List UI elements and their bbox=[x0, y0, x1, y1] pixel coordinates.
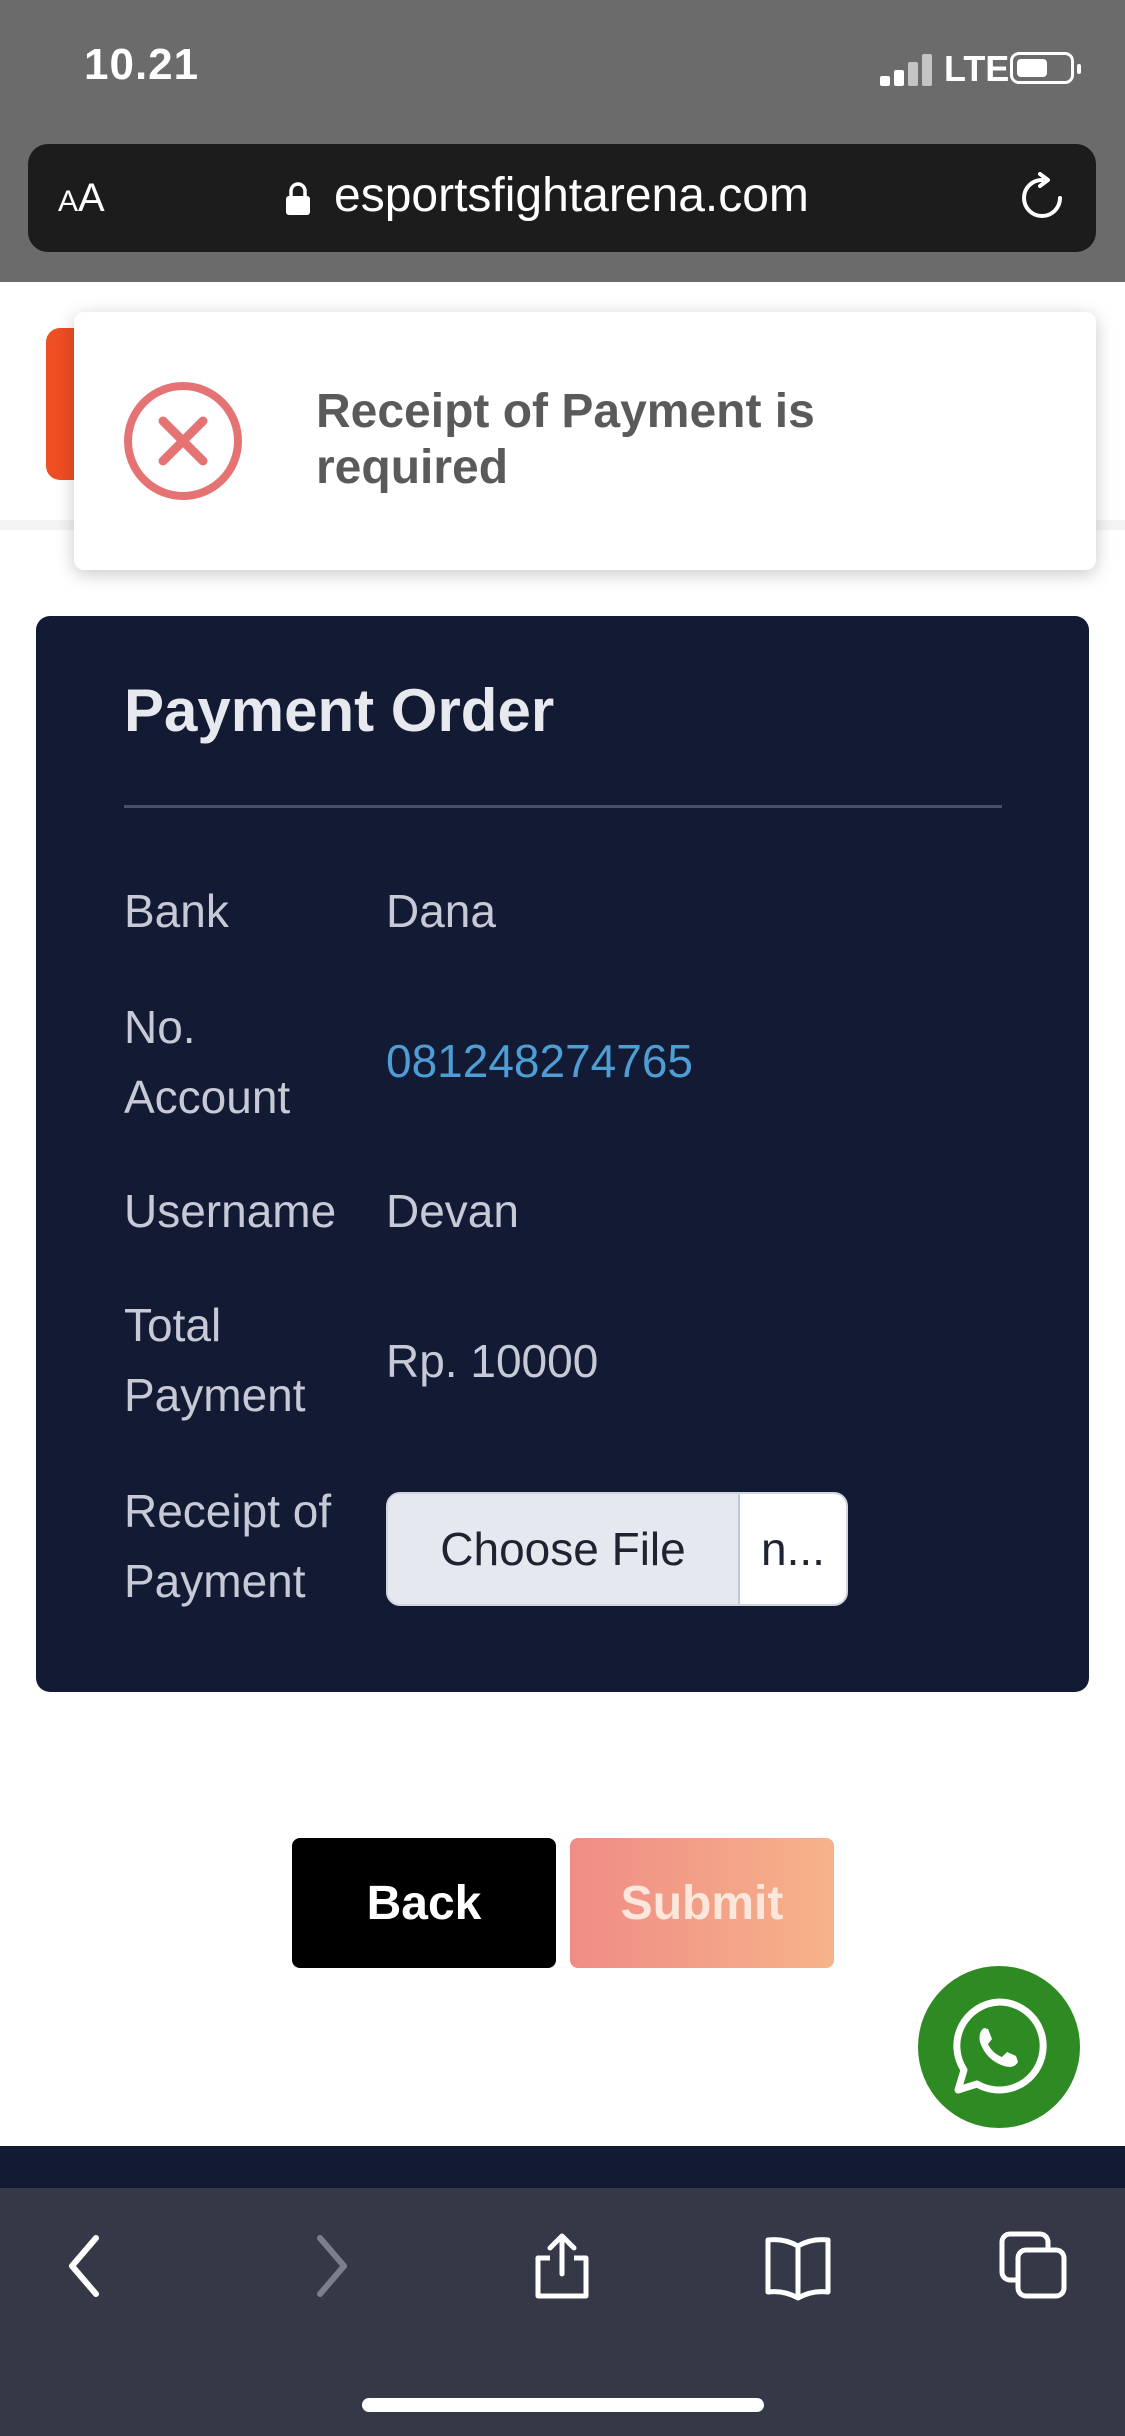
bookmarks-icon[interactable] bbox=[762, 2230, 834, 2302]
tabs-icon[interactable] bbox=[998, 2230, 1070, 2302]
submit-button[interactable]: Submit bbox=[570, 1838, 834, 1968]
home-indicator bbox=[362, 2398, 764, 2412]
back-nav-icon[interactable] bbox=[52, 2230, 124, 2302]
signal-icon bbox=[880, 52, 936, 86]
choose-file-button[interactable]: Choose File bbox=[388, 1494, 740, 1604]
account-value[interactable]: 081248274765 bbox=[386, 1026, 693, 1096]
share-icon[interactable] bbox=[526, 2230, 598, 2302]
username-label: Username bbox=[124, 1185, 337, 1237]
toast-message: Receipt of Payment is required bbox=[316, 385, 815, 494]
page-footer bbox=[0, 2146, 1125, 2190]
total-payment-value: Rp. 10000 bbox=[386, 1335, 599, 1387]
receipt-label: Receipt of Payment bbox=[124, 1485, 332, 1607]
url-text[interactable]: esportsfightarena.com bbox=[334, 168, 809, 223]
reload-icon[interactable] bbox=[1016, 172, 1068, 224]
network-type: LTE bbox=[944, 48, 1010, 89]
forward-nav-icon[interactable] bbox=[292, 2230, 364, 2302]
status-time: 10.21 bbox=[84, 40, 200, 89]
card-title: Payment Order bbox=[124, 677, 555, 744]
username-value: Devan bbox=[386, 1185, 519, 1237]
bank-label: Bank bbox=[124, 885, 229, 937]
receipt-file-input[interactable]: Choose File n... bbox=[386, 1492, 848, 1606]
file-name-display: n... bbox=[761, 1523, 825, 1575]
card-divider bbox=[124, 805, 1002, 808]
error-icon bbox=[124, 382, 242, 500]
battery-icon bbox=[1010, 52, 1081, 84]
back-button[interactable]: Back bbox=[292, 1838, 556, 1968]
whatsapp-button[interactable] bbox=[918, 1966, 1080, 2128]
account-label: No. Account bbox=[124, 1001, 291, 1123]
lock-icon bbox=[286, 182, 310, 215]
bank-value: Dana bbox=[386, 885, 496, 937]
whatsapp-icon bbox=[953, 1998, 1047, 2094]
text-size-button[interactable]: AA bbox=[58, 176, 105, 221]
total-payment-label: Total Payment bbox=[124, 1299, 306, 1421]
